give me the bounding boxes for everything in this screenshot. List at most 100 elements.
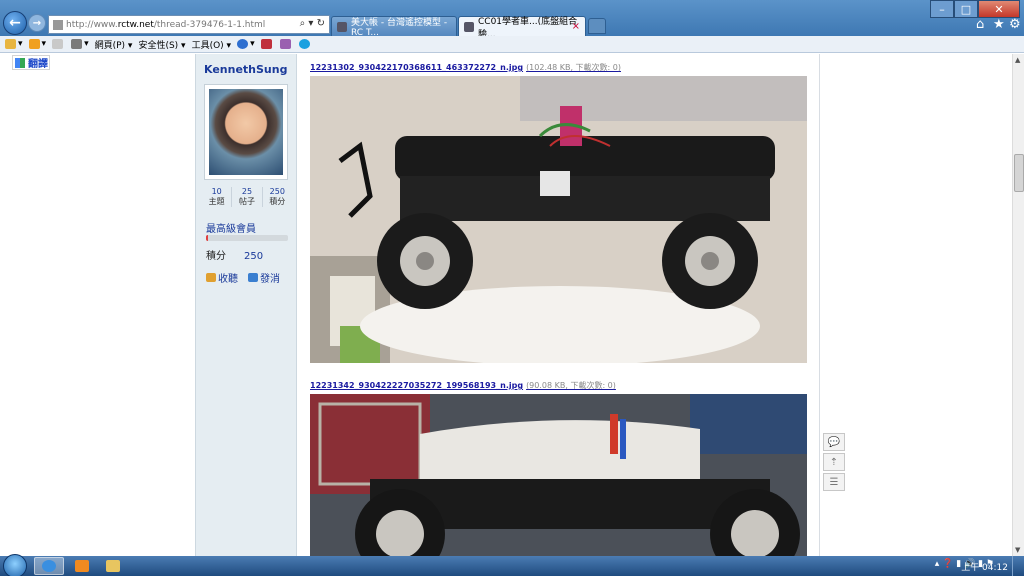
rank-progress-fill (206, 235, 208, 241)
address-controls[interactable]: ⌕ ▾ ↻ (300, 18, 325, 29)
stat-label: 積分 (269, 197, 286, 206)
show-desktop-button[interactable] (1012, 556, 1024, 576)
address-url-path: /thread-379476-1-1.html (153, 19, 266, 30)
scroll-up-icon[interactable]: ▲ (1015, 56, 1020, 64)
attachment-photo-rc-chassis-top[interactable] (310, 76, 807, 363)
close-button[interactable]: ✕ (978, 0, 1020, 18)
send-message-button[interactable]: 發消 (248, 270, 280, 285)
addon-button-1[interactable] (260, 39, 274, 49)
scrollbar-thumb[interactable] (1014, 154, 1024, 192)
print-icon (71, 39, 83, 49)
settings-icon[interactable]: ⚙ (1009, 17, 1021, 32)
translate-button[interactable]: 翻譯 (12, 55, 50, 70)
reply-icon[interactable]: 💬 (823, 433, 845, 451)
stat-posts[interactable]: 25 帖子 (232, 187, 263, 207)
home-icon[interactable]: ⌂ (976, 17, 984, 32)
taskbar-explorer[interactable] (98, 557, 128, 575)
maximize-button[interactable]: □ (954, 0, 978, 18)
stat-value: 250 (269, 187, 285, 196)
attachment-meta: (90.08 KB, 下載次數: 0) (526, 381, 616, 390)
start-button[interactable] (3, 554, 27, 576)
new-tab-button[interactable] (588, 18, 606, 34)
user-points: 積分 250 (206, 247, 263, 262)
taskbar-media-player[interactable] (67, 557, 97, 575)
rss-icon (28, 39, 40, 49)
print-button[interactable]: ▾ (71, 39, 89, 49)
cmd-label: ▾ (84, 39, 89, 49)
tab-favicon-icon (337, 21, 347, 32)
stat-value: 25 (241, 187, 253, 196)
attachment-filename: 12231342_930422227035272_199568193_n.jpg (310, 381, 524, 390)
minimize-button[interactable]: – (930, 0, 954, 18)
addon-icon (260, 39, 272, 49)
read-mail-button[interactable] (52, 39, 65, 49)
user-sidebar: KennethSung 10 主題 25 帖子 250 積分 最高級會員 積分 2… (195, 54, 297, 556)
folder-icon (106, 560, 120, 572)
points-label: 積分 (206, 251, 226, 262)
stat-points[interactable]: 250 積分 (263, 187, 292, 207)
username-link[interactable]: KennethSung (204, 63, 287, 76)
tab-rctw[interactable]: 美大帳 - 台灣遙控模型 - RC T... (331, 16, 457, 38)
address-url-domain: rctw.net (117, 19, 154, 30)
taskbar: ▴ ❓ ▮ 🔊 ▮ ⚑ 上午 04:12 (0, 554, 1024, 576)
post-content: 12231302_930422170368611_463372272_n.jpg… (298, 54, 820, 556)
cmd-label: ▾ (41, 39, 47, 49)
favorites-icon[interactable]: ★ (993, 17, 1005, 32)
attachment-filename: 12231302_930422170368611_463372272_n.jpg (310, 63, 524, 72)
message-icon (248, 273, 258, 282)
address-url: http://www.rctw.net/thread-379476-1-1.ht… (66, 20, 265, 30)
user-rank[interactable]: 最高級會員 (206, 220, 256, 235)
forward-button[interactable]: → (28, 14, 46, 32)
translate-label: 翻譯 (28, 59, 48, 70)
points-value: 250 (244, 251, 264, 262)
avatar-frame (204, 84, 288, 180)
rc-body-photo (310, 394, 807, 556)
help-button[interactable]: ▾ (237, 39, 255, 49)
follow-label: 收聽 (218, 274, 238, 285)
taskbar-clock[interactable]: 上午 04:12 (961, 560, 1008, 573)
safety-menu[interactable]: 安全性(S) ▾ (138, 38, 185, 51)
tab-favicon-icon (464, 21, 474, 32)
follow-icon (206, 273, 216, 282)
skype-button[interactable] (298, 39, 312, 49)
back-button[interactable]: ← (3, 11, 27, 35)
google-translate-icon (15, 57, 25, 68)
scroll-down-icon[interactable]: ▼ (1015, 546, 1020, 554)
stat-label: 帖子 (238, 197, 255, 206)
feeds-button[interactable]: ▾ (28, 39, 47, 49)
taskbar-ie[interactable] (34, 557, 64, 575)
user-actions: 收聽 發消 (206, 270, 280, 285)
stat-value: 10 (211, 187, 222, 196)
user-stats: 10 主題 25 帖子 250 積分 (202, 187, 292, 207)
mail-icon (52, 39, 64, 49)
avatar[interactable] (209, 89, 283, 175)
rc-chassis-photo (310, 76, 807, 363)
thread-list-icon[interactable]: ☰ (823, 473, 845, 491)
rank-progress-bar (206, 235, 288, 241)
follow-button[interactable]: 收聽 (206, 270, 238, 285)
tab-cc01-active[interactable]: CC01學者車...(底盤組合驗... × (458, 16, 586, 40)
media-player-icon (75, 560, 89, 572)
cmd-label: ▾ (250, 39, 255, 49)
stat-threads[interactable]: 10 主題 (202, 187, 233, 207)
addon-button-2[interactable] (279, 39, 293, 49)
site-favicon-icon (53, 19, 63, 30)
addon-icon (279, 39, 291, 49)
attachment-meta: (102.48 KB, 下載次數: 0) (526, 63, 621, 72)
vertical-scrollbar[interactable]: ▲ ▼ (1012, 54, 1024, 556)
attachment-link[interactable]: 12231302_930422170368611_463372272_n.jpg… (310, 62, 621, 73)
attachment-photo-rc-chassis-body[interactable] (310, 394, 807, 556)
tab-close-icon[interactable]: × (572, 21, 580, 32)
tools-menu[interactable]: 工具(O) ▾ (192, 38, 232, 51)
attachment-link[interactable]: 12231342_930422227035272_199568193_n.jpg… (310, 380, 616, 391)
help-icon (237, 39, 249, 49)
browser-titlebar: ← → http://www.rctw.net/thread-379476-1-… (0, 0, 1024, 40)
message-label: 發消 (260, 274, 280, 285)
page-menu[interactable]: 網頁(P) ▾ (95, 38, 133, 51)
cmd-label: ▾ (18, 39, 23, 49)
favorites-add-icon (5, 39, 16, 49)
address-url-prefix: http://www. (66, 19, 118, 30)
add-to-favorites-button[interactable]: ▾ (5, 39, 23, 49)
address-bar[interactable]: http://www.rctw.net/thread-379476-1-1.ht… (48, 15, 330, 34)
back-to-top-icon[interactable]: ⇡ (823, 453, 845, 471)
